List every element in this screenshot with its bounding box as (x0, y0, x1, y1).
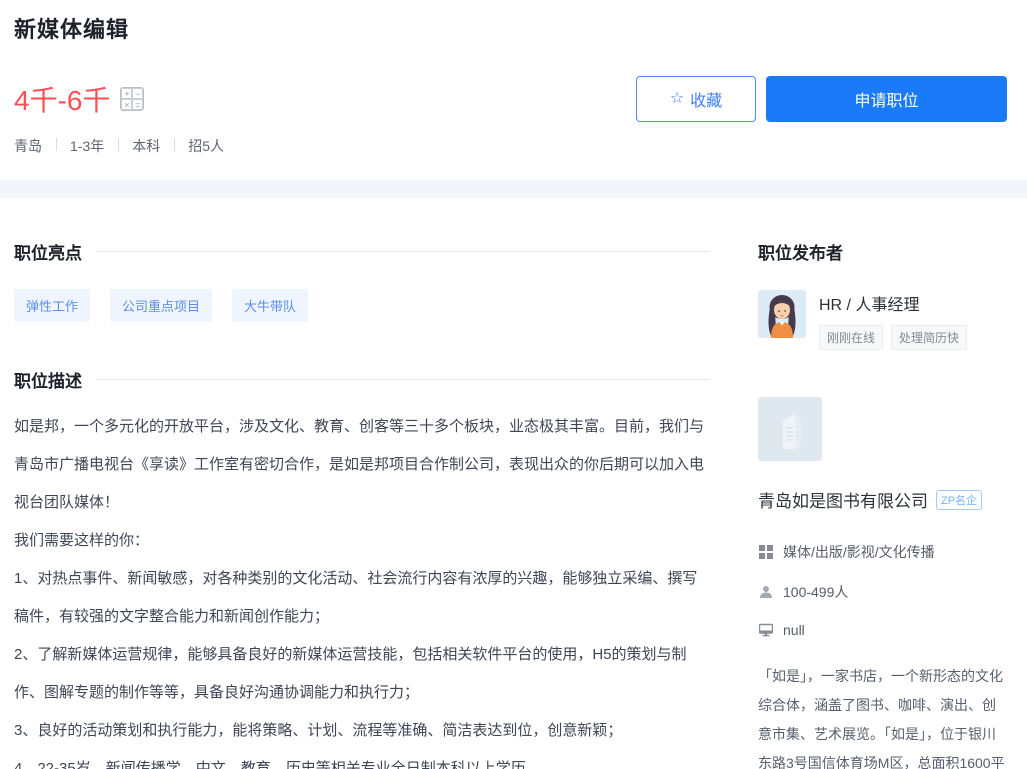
page-title: 新媒体编辑 (14, 12, 1007, 44)
job-header: 新媒体编辑 4千-6千 +−×= ☆ 收藏 申请职位 青岛 1-3年 本科 招5… (0, 0, 1027, 180)
apply-button[interactable]: 申请职位 (766, 76, 1007, 122)
job-detail-column: 职位亮点 弹性工作 公司重点项目 大牛带队 职位描述 如是邦，一个多元化的开放平… (14, 198, 710, 769)
company-industry-row: 媒体/出版/影视/文化传播 (758, 542, 1007, 562)
publisher-heading: 职位发布者 (758, 239, 1007, 264)
publisher-tags: 刚刚在线 处理简历快 (819, 325, 967, 350)
sidebar: 职位发布者 HR / 人事经理 (758, 198, 1007, 769)
meta-headcount: 招5人 (174, 136, 238, 156)
favorite-button[interactable]: ☆ 收藏 (636, 76, 756, 122)
calc-plus: + (121, 88, 132, 99)
job-meta: 青岛 1-3年 本科 招5人 (14, 136, 1007, 180)
publisher-info: HR / 人事经理 刚刚在线 处理简历快 (819, 290, 967, 350)
heading-rule (96, 251, 710, 252)
publisher-role: HR / 人事经理 (819, 291, 967, 315)
description-paragraph: 如是邦，一个多元化的开放平台，涉及文化、教育、创客等三十多个板块，业态极其丰富。… (14, 408, 710, 522)
description-paragraph: 1、对热点事件、新闻敏感，对各种类别的文化活动、社会流行内容有浓厚的兴趣，能够独… (14, 560, 710, 636)
highlights-section: 职位亮点 弹性工作 公司重点项目 大牛带队 (14, 239, 710, 322)
publisher-tag-online: 刚刚在线 (819, 325, 883, 350)
company-extra-row: null (758, 622, 1007, 638)
publisher-tag-fast: 处理简历快 (891, 325, 967, 350)
calc-equals: = (132, 99, 143, 110)
avatar (758, 290, 806, 338)
description-paragraph: 4、22-35岁，新闻传播学、中文、教育、历史等相关专业全日制本科以上学历。 (14, 750, 710, 769)
calc-times: × (121, 99, 132, 110)
monitor-icon (758, 623, 773, 638)
company-size-row: 100-499人 (758, 582, 1007, 602)
description-paragraph: 我们需要这样的你： (14, 522, 710, 560)
description-body: 如是邦，一个多元化的开放平台，涉及文化、教育、创客等三十多个板块，业态极其丰富。… (14, 408, 710, 769)
calculator-icon[interactable]: +−×= (120, 87, 144, 111)
salary-value: 4千-6千 (14, 79, 110, 119)
calc-minus: − (132, 88, 143, 99)
apply-button-label: 申请职位 (854, 87, 918, 111)
company-intro: 「如是」，一家书店，一个新形态的文化综合体，涵盖了图书、咖啡、演出、创意市集、艺… (758, 662, 1007, 769)
highlights-heading: 职位亮点 (14, 239, 82, 264)
meta-city: 青岛 (14, 136, 56, 156)
description-heading-row: 职位描述 (14, 367, 710, 392)
description-heading: 职位描述 (14, 367, 82, 392)
salary-row: 4千-6千 +−×= ☆ 收藏 申请职位 (14, 76, 1007, 122)
section-divider-band (0, 180, 1027, 198)
meta-education: 本科 (118, 136, 174, 156)
heading-rule (96, 379, 710, 380)
highlight-tag: 公司重点项目 (110, 289, 212, 322)
description-paragraph: 2、了解新媒体运营规律，能够具备良好的新媒体运营技能，包括相关软件平台的使用，H… (14, 636, 710, 712)
grid-icon (758, 545, 773, 560)
highlight-tag: 大牛带队 (232, 289, 308, 322)
favorite-button-label: 收藏 (690, 87, 722, 111)
company-industry: 媒体/出版/影视/文化传播 (783, 542, 935, 562)
company-logo[interactable] (758, 397, 822, 461)
meta-experience: 1-3年 (56, 136, 118, 156)
zp-badge: ZP名企 (936, 490, 982, 510)
company-facts: 媒体/出版/影视/文化传播 100-499人 (758, 542, 1007, 638)
company-name[interactable]: 青岛如是图书有限公司 (758, 487, 928, 512)
company-extra: null (783, 622, 805, 638)
publisher-card[interactable]: HR / 人事经理 刚刚在线 处理简历快 (758, 290, 1007, 350)
header-buttons: ☆ 收藏 申请职位 (636, 76, 1007, 122)
description-section: 职位描述 如是邦，一个多元化的开放平台，涉及文化、教育、创客等三十多个板块，业态… (14, 367, 710, 769)
building-icon (758, 397, 822, 461)
person-icon (758, 585, 773, 600)
company-name-row: 青岛如是图书有限公司 ZP名企 (758, 487, 1007, 512)
star-icon: ☆ (670, 91, 684, 107)
company-size: 100-499人 (783, 582, 848, 602)
highlight-tag: 弹性工作 (14, 289, 90, 322)
description-paragraph: 3、良好的活动策划和执行能力，能将策略、计划、流程等准确、简洁表达到位，创意新颖… (14, 712, 710, 750)
highlight-tags: 弹性工作 公司重点项目 大牛带队 (14, 289, 710, 322)
hr-avatar-illustration (758, 290, 806, 338)
highlights-heading-row: 职位亮点 (14, 239, 710, 264)
main-content: 职位亮点 弹性工作 公司重点项目 大牛带队 职位描述 如是邦，一个多元化的开放平… (0, 198, 1027, 769)
